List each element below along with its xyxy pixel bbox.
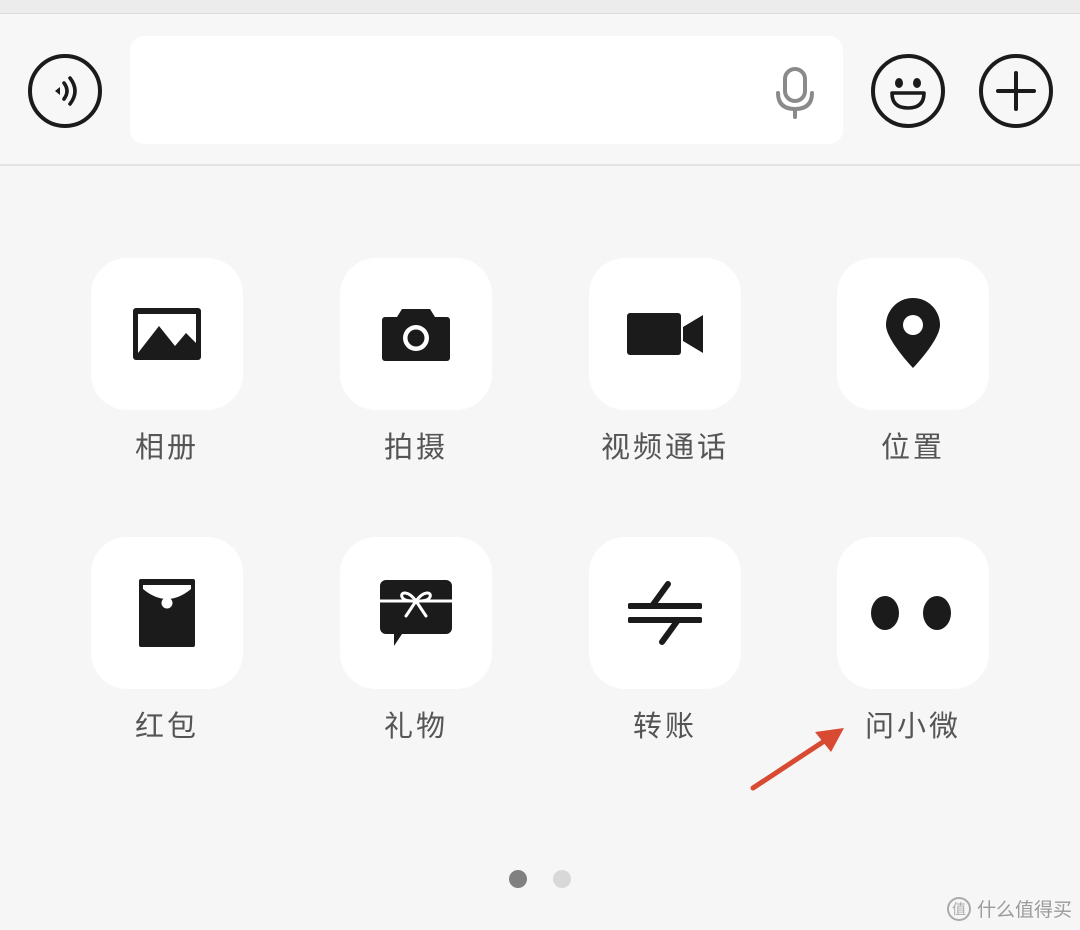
annotation-arrow xyxy=(750,728,844,791)
panel-item-location[interactable]: 位置 xyxy=(837,258,989,466)
voice-waves-icon xyxy=(55,76,77,106)
watermark: 值 什么值得买 xyxy=(946,895,1072,922)
ask-xiaowei-eyes-icon xyxy=(871,596,951,630)
red-packet-tile[interactable] xyxy=(91,537,243,689)
location-label: 位置 xyxy=(880,430,945,464)
panel-item-ask-xiaowei[interactable]: 问小微 xyxy=(837,537,989,745)
ask-xiaowei-tile[interactable] xyxy=(837,537,989,689)
smile-face-icon xyxy=(890,78,926,110)
camera-tile[interactable] xyxy=(340,258,492,410)
transfer-arrows-icon xyxy=(628,581,702,645)
watermark-text: 什么值得买 xyxy=(976,899,1072,921)
status-strip xyxy=(0,0,1080,14)
emoji-button[interactable] xyxy=(871,54,945,128)
transfer-tile[interactable] xyxy=(589,537,741,689)
video-call-label: 视频通话 xyxy=(600,430,729,464)
red-packet-icon xyxy=(139,579,195,647)
panel-item-transfer[interactable]: 转账 xyxy=(589,537,741,745)
watermark-logo-icon: 值 xyxy=(946,896,971,921)
panel-item-video-call[interactable]: 视频通话 xyxy=(589,258,741,466)
page-dot-inactive[interactable] xyxy=(553,870,571,888)
ask-xiaowei-label: 问小微 xyxy=(864,709,961,743)
photo-album-icon xyxy=(133,308,201,360)
voice-toggle-button[interactable] xyxy=(28,54,102,128)
panel-item-album[interactable]: 相册 xyxy=(91,258,243,466)
panel-item-camera[interactable]: 拍摄 xyxy=(340,258,492,466)
gift-icon xyxy=(380,580,452,646)
video-call-tile[interactable] xyxy=(589,258,741,410)
location-tile[interactable] xyxy=(837,258,989,410)
video-call-icon xyxy=(627,313,703,355)
message-input[interactable] xyxy=(130,36,843,144)
gift-tile[interactable] xyxy=(340,537,492,689)
red-packet-label: 红包 xyxy=(134,709,199,743)
location-pin-icon xyxy=(886,298,940,368)
chat-input-bar xyxy=(0,14,1080,166)
gift-label: 礼物 xyxy=(383,709,448,743)
album-tile[interactable] xyxy=(91,258,243,410)
more-functions-button[interactable] xyxy=(979,54,1053,128)
page-dot-active[interactable] xyxy=(509,870,527,888)
microphone-icon[interactable] xyxy=(773,66,817,120)
transfer-label: 转账 xyxy=(632,709,697,743)
plus-circle-icon xyxy=(996,71,1036,111)
camera-label: 拍摄 xyxy=(383,430,448,464)
panel-item-gift[interactable]: 礼物 xyxy=(340,537,492,745)
page-indicator xyxy=(509,870,573,890)
camera-icon xyxy=(382,309,450,361)
panel-item-red-packet[interactable]: 红包 xyxy=(91,537,243,745)
album-label: 相册 xyxy=(134,430,199,464)
